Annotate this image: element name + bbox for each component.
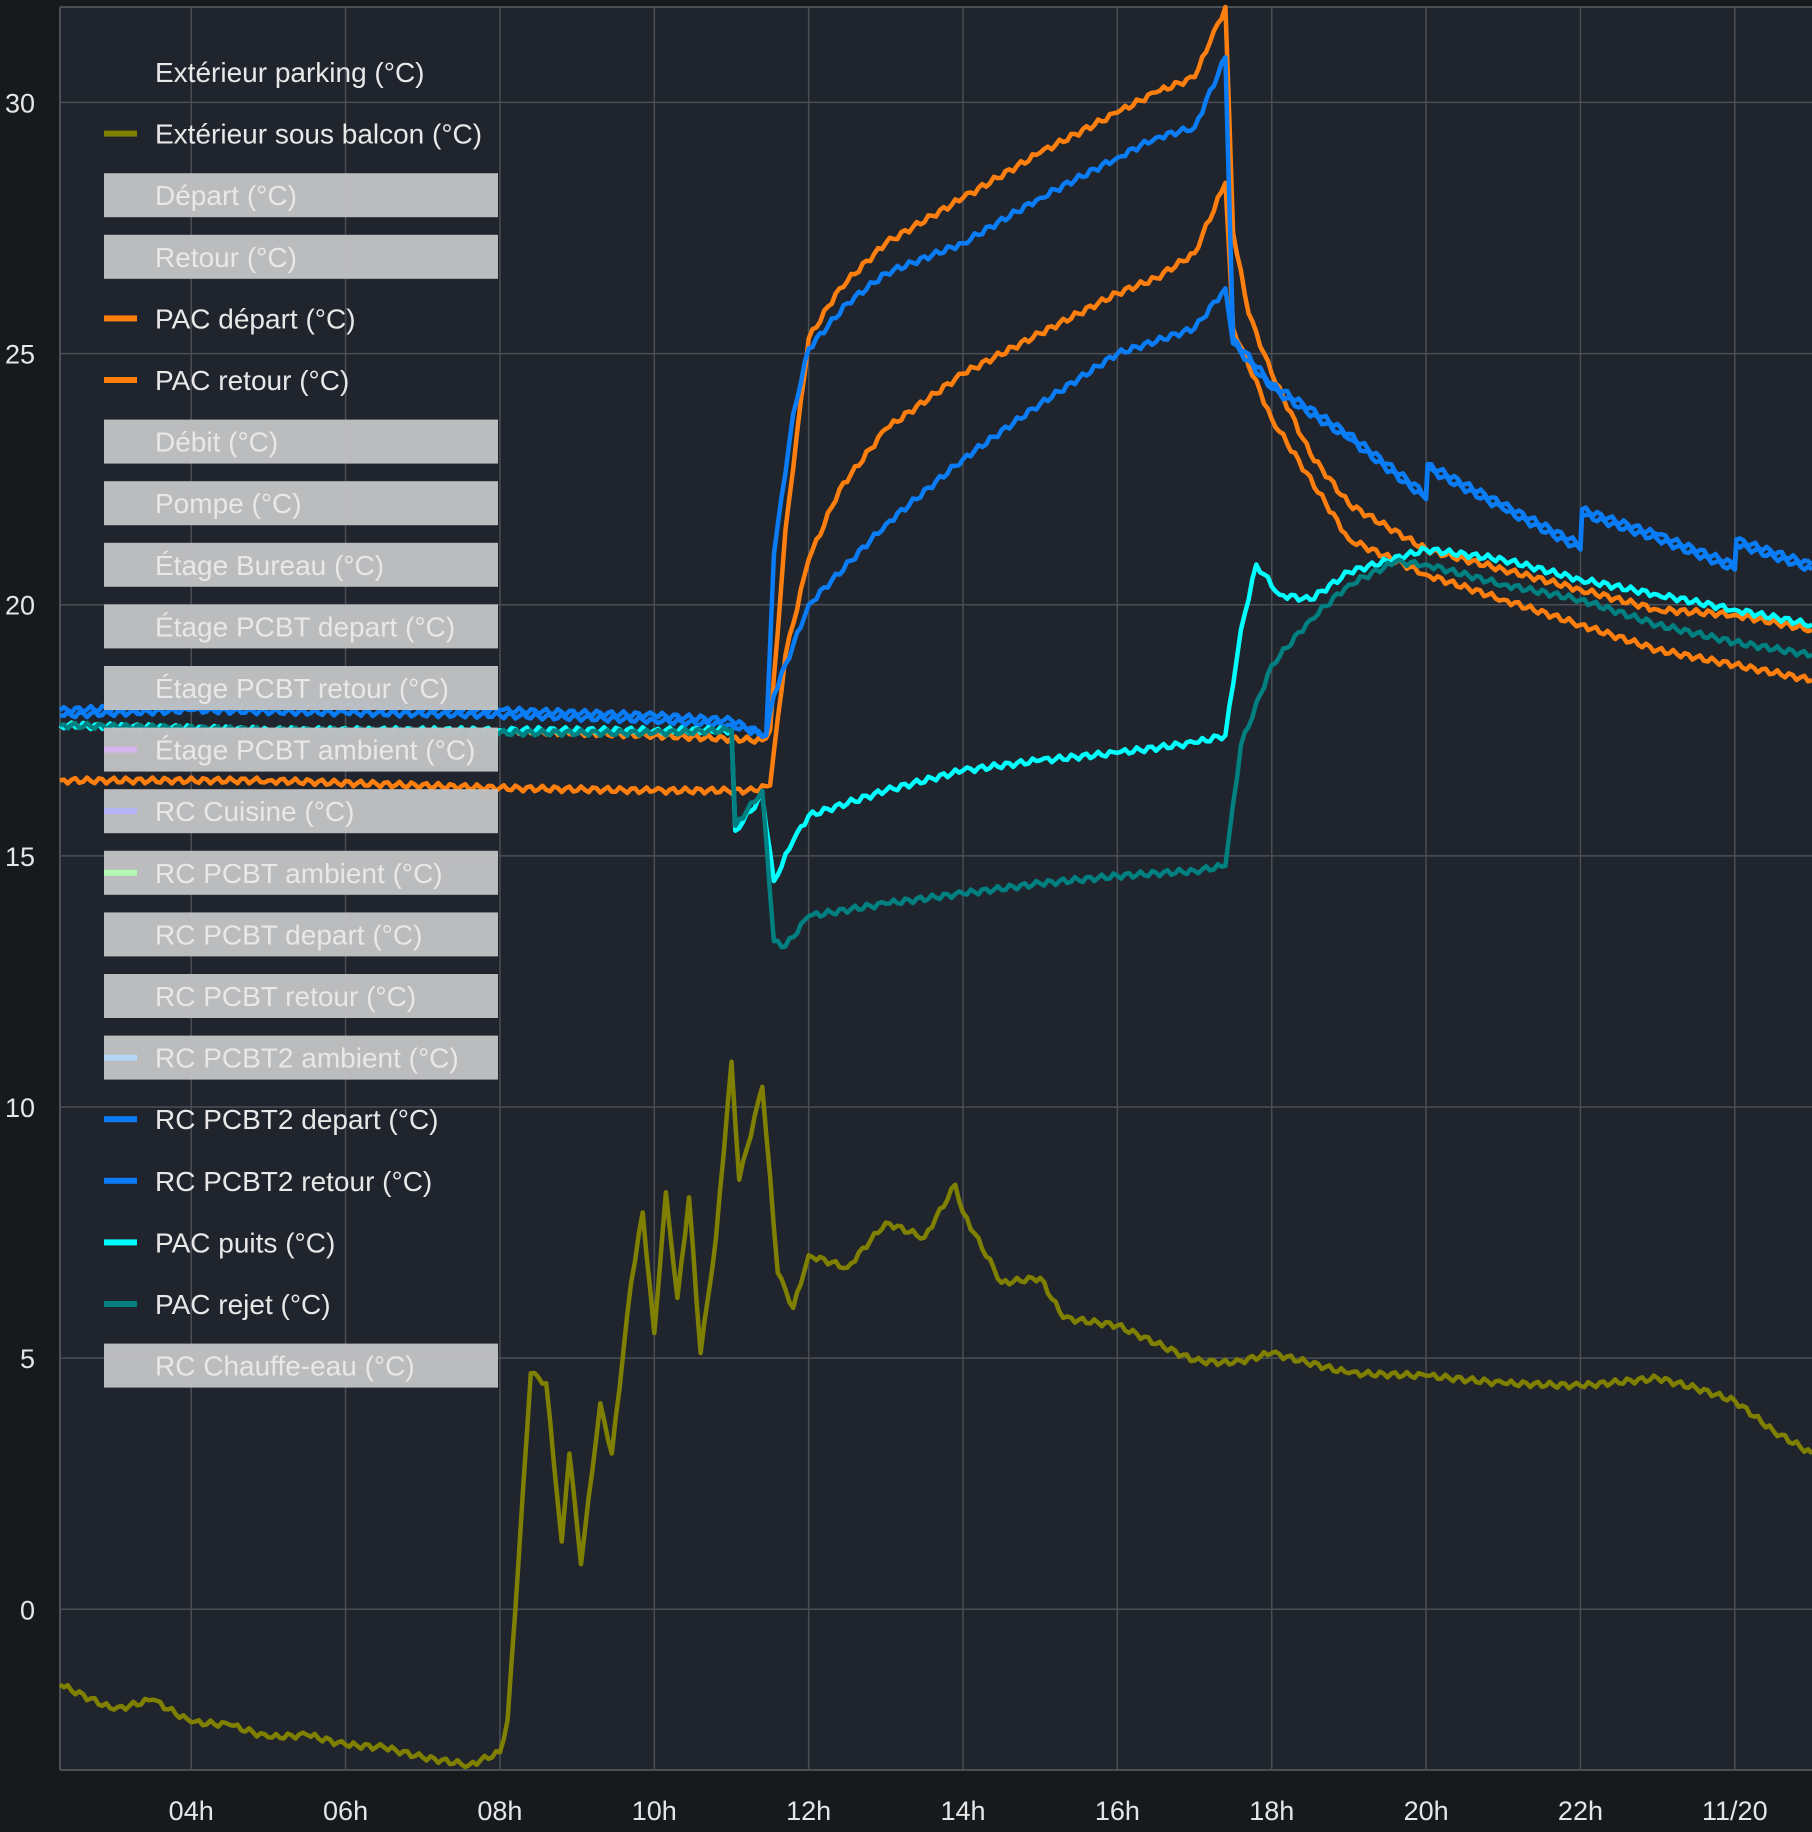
- legend-swatch-icon: [104, 1116, 137, 1123]
- legend-label: RC PCBT2 retour (°C): [155, 1166, 432, 1197]
- x-tick-label: 22h: [1558, 1796, 1603, 1826]
- x-tick-label: 06h: [323, 1796, 368, 1826]
- legend-item[interactable]: Étage Bureau (°C): [104, 542, 498, 587]
- legend-label: RC PCBT2 depart (°C): [155, 1104, 439, 1135]
- legend-label: PAC retour (°C): [155, 365, 349, 396]
- legend-label: Départ (°C): [155, 180, 297, 211]
- legend-swatch-icon: [104, 130, 137, 137]
- legend-item[interactable]: Étage PCBT ambient (°C): [104, 727, 498, 772]
- legend-label: RC Chauffe-eau (°C): [155, 1351, 415, 1382]
- legend-swatch-icon: [104, 1054, 137, 1061]
- x-tick-label: 14h: [940, 1796, 985, 1826]
- legend-item[interactable]: RC PCBT2 ambient (°C): [104, 1035, 498, 1080]
- legend-swatch-icon: [104, 377, 137, 383]
- legend-label: RC PCBT ambient (°C): [155, 858, 443, 889]
- x-tick-label: 08h: [477, 1796, 522, 1826]
- legend-swatch-icon: [104, 1301, 137, 1307]
- legend-swatch-icon: [104, 1239, 137, 1246]
- legend-item[interactable]: Étage PCBT depart (°C): [104, 604, 498, 649]
- legend-item[interactable]: Étage PCBT retour (°C): [104, 666, 498, 710]
- y-tick-label: 10: [5, 1093, 35, 1123]
- legend-item[interactable]: Extérieur sous balcon (°C): [104, 119, 482, 150]
- legend-item[interactable]: Pompe (°C): [104, 481, 498, 526]
- legend-swatch-icon: [104, 315, 137, 322]
- legend-label: Débit (°C): [155, 427, 278, 458]
- legend-label: PAC rejet (°C): [155, 1289, 331, 1320]
- legend-swatch-icon: [104, 869, 137, 876]
- y-tick-label: 25: [5, 340, 35, 370]
- x-tick-label: 04h: [169, 1796, 214, 1826]
- y-tick-label: 5: [20, 1344, 35, 1374]
- y-tick-label: 20: [5, 591, 35, 621]
- legend-item[interactable]: Extérieur parking (°C): [155, 57, 425, 88]
- temperature-chart: 04h 06h 08h 10h 12h 14h 16h 18h 20h 22h 11/20 0 5 10…: [0, 0, 1812, 1832]
- legend-label: Étage Bureau (°C): [155, 550, 384, 581]
- legend-item[interactable]: RC Cuisine (°C): [104, 789, 498, 834]
- legend-label: PAC puits (°C): [155, 1227, 335, 1258]
- x-tick-label: 20h: [1404, 1796, 1449, 1826]
- legend-label: Extérieur parking (°C): [155, 57, 425, 88]
- legend-item[interactable]: RC PCBT2 depart (°C): [104, 1104, 439, 1135]
- x-tick-label: 11/20: [1702, 1796, 1768, 1826]
- legend-label: Étage PCBT ambient (°C): [155, 735, 475, 766]
- legend-item[interactable]: Retour (°C): [104, 234, 498, 279]
- legend-label: RC PCBT2 ambient (°C): [155, 1043, 459, 1074]
- legend-label: Pompe (°C): [155, 488, 302, 519]
- legend-item[interactable]: Débit (°C): [104, 419, 498, 464]
- legend-label: RC Cuisine (°C): [155, 796, 354, 827]
- x-tick-label: 12h: [786, 1796, 831, 1826]
- legend-label: Étage PCBT retour (°C): [155, 673, 449, 704]
- legend-label: Retour (°C): [155, 242, 297, 273]
- legend-item[interactable]: RC PCBT retour (°C): [104, 974, 498, 1018]
- legend-label: Extérieur sous balcon (°C): [155, 119, 482, 150]
- legend-swatch-icon: [104, 808, 137, 815]
- legend-item[interactable]: Départ (°C): [104, 173, 498, 218]
- legend-label: RC PCBT retour (°C): [155, 981, 416, 1012]
- x-tick-label: 18h: [1249, 1796, 1294, 1826]
- legend-swatch-icon: [104, 1177, 137, 1184]
- y-tick-label: 0: [20, 1595, 35, 1625]
- y-tick-label: 15: [5, 842, 35, 872]
- legend-swatch-icon: [104, 746, 137, 753]
- legend-item[interactable]: RC Chauffe-eau (°C): [104, 1343, 498, 1388]
- y-tick-label: 30: [5, 88, 35, 118]
- x-tick-label: 16h: [1095, 1796, 1140, 1826]
- legend-label: RC PCBT depart (°C): [155, 919, 422, 950]
- legend-label: PAC départ (°C): [155, 303, 356, 334]
- legend-item[interactable]: RC PCBT ambient (°C): [104, 850, 498, 895]
- legend-label: Étage PCBT depart (°C): [155, 611, 455, 642]
- x-tick-label: 10h: [632, 1796, 677, 1826]
- legend-item[interactable]: RC PCBT depart (°C): [104, 912, 498, 957]
